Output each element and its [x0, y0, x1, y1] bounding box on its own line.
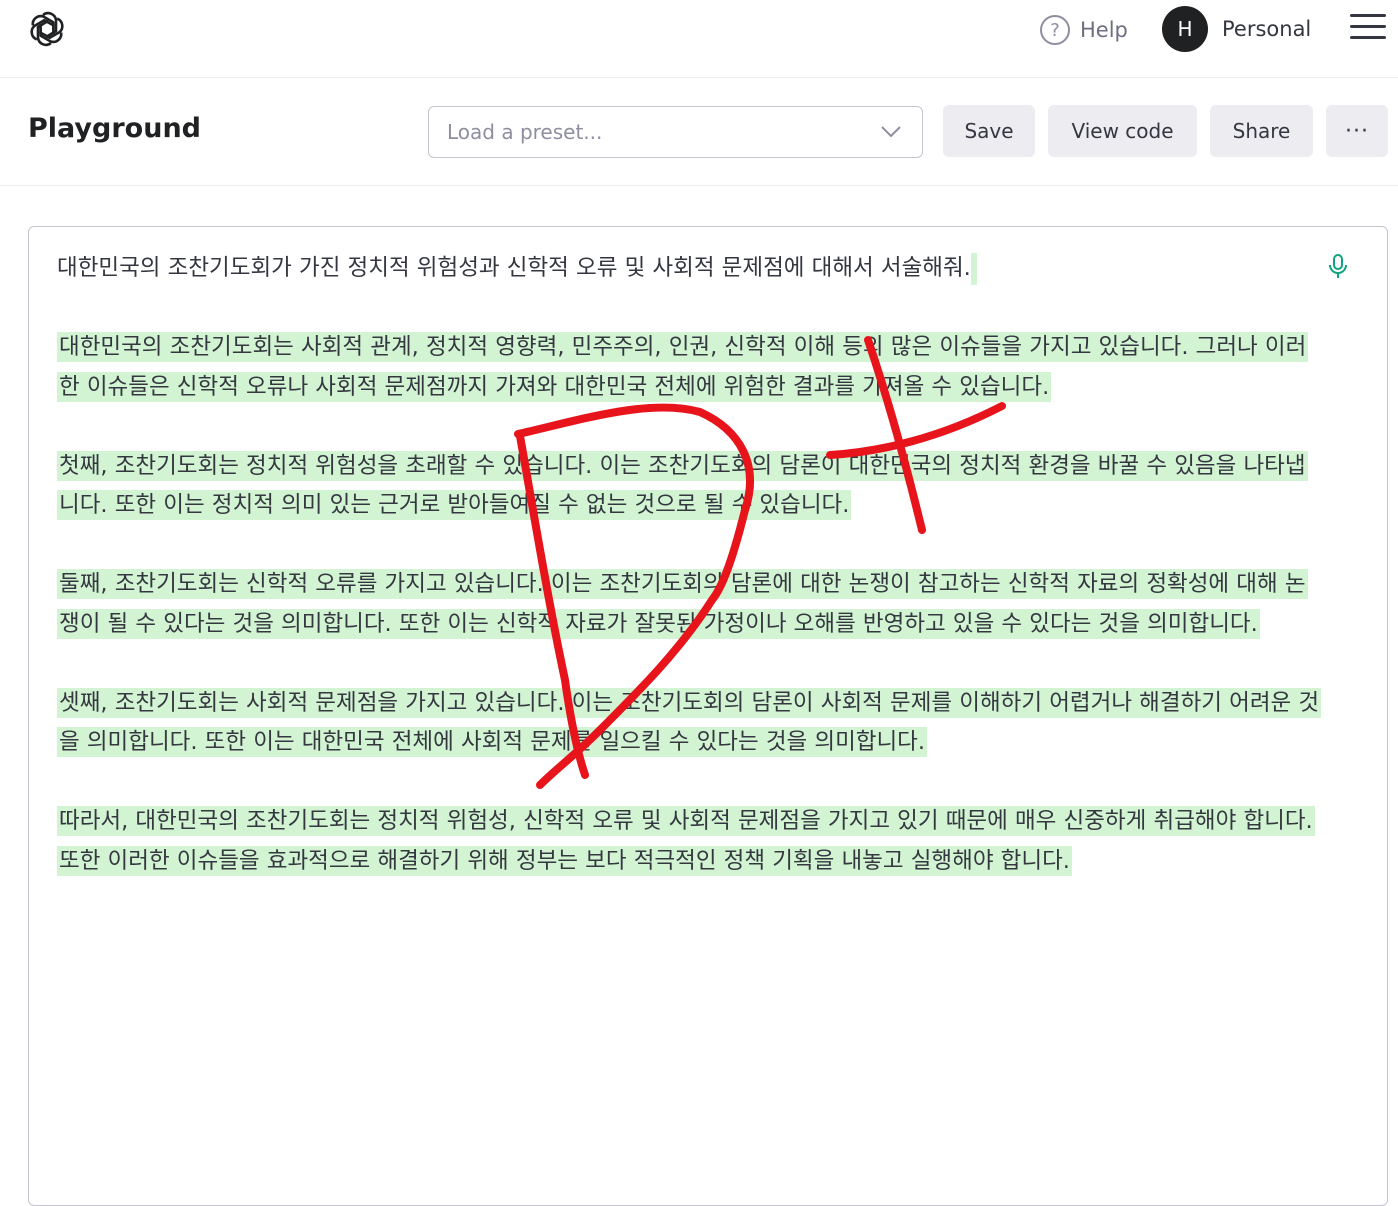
hamburger-menu-icon[interactable] — [1350, 14, 1386, 42]
preset-placeholder: Load a preset... — [447, 120, 603, 144]
editor-text[interactable]: 대한민국의 조찬기도회가 가진 정치적 위험성과 신학적 오류 및 사회적 문제… — [57, 249, 1325, 921]
completion-highlight: 첫째, 조찬기도회는 정치적 위험성을 초래할 수 있습니다. 이는 조찬기도회… — [57, 450, 1308, 520]
prompt-text: 대한민국의 조찬기도회가 가진 정치적 위험성과 신학적 오류 및 사회적 문제… — [57, 249, 1325, 289]
avatar: H — [1162, 6, 1208, 52]
completion-paragraph: 첫째, 조찬기도회는 정치적 위험성을 초래할 수 있습니다. 이는 조찬기도회… — [57, 447, 1325, 526]
top-navigation-bar: ? Help H Personal — [0, 0, 1398, 78]
openai-logo-icon[interactable] — [26, 8, 68, 50]
microphone-icon[interactable] — [1327, 253, 1349, 281]
chevron-down-icon — [881, 126, 901, 138]
account-label: Personal — [1222, 17, 1312, 41]
completion-paragraph: 대한민국의 조찬기도회는 사회적 관계, 정치적 영향력, 민주주의, 인권, … — [57, 328, 1325, 407]
completion-highlight: 대한민국의 조찬기도회는 사회적 관계, 정치적 영향력, 민주주의, 인권, … — [57, 332, 1309, 402]
preset-select[interactable]: Load a preset... — [428, 106, 923, 158]
save-button[interactable]: Save — [943, 105, 1035, 157]
completion-highlight: 셋째, 조찬기도회는 사회적 문제점을 가지고 있습니다. 이는 조찬기도회의 … — [57, 687, 1322, 757]
completion-highlight: 둘째, 조찬기도회는 신학적 오류를 가지고 있습니다. 이는 조찬기도회의 담… — [57, 569, 1308, 639]
playground-toolbar: Playground Load a preset... Save View co… — [0, 79, 1398, 186]
completion-paragraph: 셋째, 조찬기도회는 사회적 문제점을 가지고 있습니다. 이는 조찬기도회의 … — [57, 684, 1325, 763]
account-switcher[interactable]: H Personal — [1162, 6, 1311, 52]
prompt-editor[interactable]: 대한민국의 조찬기도회가 가진 정치적 위험성과 신학적 오류 및 사회적 문제… — [28, 226, 1388, 1206]
text-cursor — [970, 252, 977, 285]
page-title: Playground — [28, 113, 201, 144]
share-button[interactable]: Share — [1210, 105, 1313, 157]
completion-paragraph: 따라서, 대한민국의 조찬기도회는 정치적 위험성, 신학적 오류 및 사회적 … — [57, 802, 1325, 881]
completion-paragraph: 둘째, 조찬기도회는 신학적 오류를 가지고 있습니다. 이는 조찬기도회의 담… — [57, 565, 1325, 644]
help-link[interactable]: ? Help — [1040, 14, 1128, 46]
help-label: Help — [1080, 18, 1128, 42]
more-options-button[interactable]: ··· — [1326, 105, 1388, 157]
question-circle-icon: ? — [1040, 15, 1070, 45]
view-code-button[interactable]: View code — [1048, 105, 1197, 157]
completion-highlight: 따라서, 대한민국의 조찬기도회는 정치적 위험성, 신학적 오류 및 사회적 … — [57, 806, 1315, 876]
